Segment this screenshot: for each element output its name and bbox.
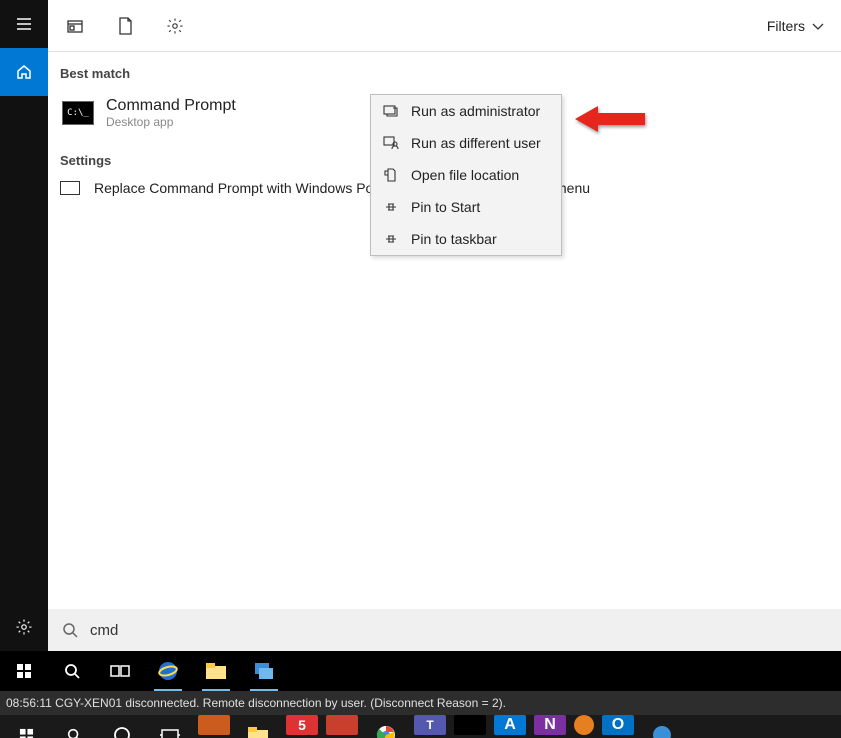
search-input[interactable]: cmd bbox=[90, 622, 827, 639]
home-icon[interactable] bbox=[0, 48, 48, 96]
pin-icon bbox=[383, 199, 399, 215]
taskbar-file-explorer-icon[interactable] bbox=[196, 651, 236, 691]
command-prompt-icon: C:\_ bbox=[62, 101, 94, 125]
red-arrow-annotation bbox=[570, 102, 650, 143]
taskbar-app-icon[interactable]: A bbox=[494, 715, 526, 735]
chevron-down-icon bbox=[811, 21, 825, 31]
taskbar-app-icon[interactable] bbox=[238, 715, 278, 738]
taskbar-chrome-icon[interactable] bbox=[366, 715, 406, 738]
menu-run-as-different-user[interactable]: Run as different user bbox=[371, 127, 561, 159]
taskbar-onenote-icon[interactable]: N bbox=[534, 715, 566, 735]
cortana-icon[interactable] bbox=[102, 715, 142, 738]
taskbar-ie-icon[interactable] bbox=[148, 651, 188, 691]
taskbar-app-icon[interactable] bbox=[642, 715, 682, 738]
settings-gear-icon[interactable] bbox=[0, 603, 48, 651]
taskbar-app-icon[interactable] bbox=[198, 715, 230, 735]
menu-label: Open file location bbox=[411, 167, 519, 183]
taskbar-app-icon[interactable]: 5 bbox=[286, 715, 318, 735]
menu-label: Pin to taskbar bbox=[411, 231, 497, 247]
apps-filter-icon[interactable] bbox=[64, 15, 86, 37]
best-match-heading: Best match bbox=[60, 66, 829, 81]
filters-dropdown[interactable]: Filters bbox=[767, 18, 825, 34]
task-view-icon[interactable] bbox=[100, 651, 140, 691]
settings-filter-icon[interactable] bbox=[164, 15, 186, 37]
rectangle-icon bbox=[60, 181, 80, 195]
documents-filter-icon[interactable] bbox=[114, 15, 136, 37]
taskbar-app-icon[interactable] bbox=[454, 715, 486, 735]
start-button[interactable] bbox=[6, 715, 46, 738]
menu-pin-to-start[interactable]: Pin to Start bbox=[371, 191, 561, 223]
start-left-rail bbox=[0, 0, 48, 651]
context-menu: Run as administrator Run as different us… bbox=[370, 94, 562, 256]
result-subtitle: Desktop app bbox=[106, 115, 236, 129]
taskbar-app-icon[interactable] bbox=[326, 715, 358, 735]
taskbar-outlook-icon[interactable]: O bbox=[602, 715, 634, 735]
taskbar bbox=[0, 651, 841, 691]
task-view-icon[interactable] bbox=[150, 715, 190, 738]
menu-run-as-administrator[interactable]: Run as administrator bbox=[371, 95, 561, 127]
folder-icon bbox=[383, 167, 399, 183]
menu-label: Pin to Start bbox=[411, 199, 480, 215]
menu-open-file-location[interactable]: Open file location bbox=[371, 159, 561, 191]
menu-label: Run as administrator bbox=[411, 103, 540, 119]
taskbar-teams-icon[interactable]: T bbox=[414, 715, 446, 735]
hamburger-menu[interactable] bbox=[0, 0, 48, 48]
menu-pin-to-taskbar[interactable]: Pin to taskbar bbox=[371, 223, 561, 255]
user-icon bbox=[383, 135, 399, 151]
filters-label: Filters bbox=[767, 18, 805, 34]
search-icon bbox=[62, 622, 78, 638]
top-bar: Filters bbox=[48, 0, 841, 52]
taskbar-search-icon[interactable] bbox=[52, 651, 92, 691]
result-title: Command Prompt bbox=[106, 97, 236, 115]
start-button[interactable] bbox=[4, 651, 44, 691]
taskbar-search-icon[interactable] bbox=[54, 715, 94, 738]
menu-label: Run as different user bbox=[411, 135, 541, 151]
admin-shield-icon bbox=[383, 103, 399, 119]
search-bar[interactable]: cmd bbox=[48, 609, 841, 651]
taskbar-rdp-icon[interactable] bbox=[244, 651, 284, 691]
status-text: 08:56:11 CGY-XEN01 disconnected. Remote … bbox=[6, 696, 506, 710]
taskbar-app-icon[interactable] bbox=[574, 715, 594, 735]
status-bar: 08:56:11 CGY-XEN01 disconnected. Remote … bbox=[0, 691, 841, 715]
pin-taskbar-icon bbox=[383, 231, 399, 247]
secondary-taskbar: 5 T A N O bbox=[0, 715, 841, 738]
